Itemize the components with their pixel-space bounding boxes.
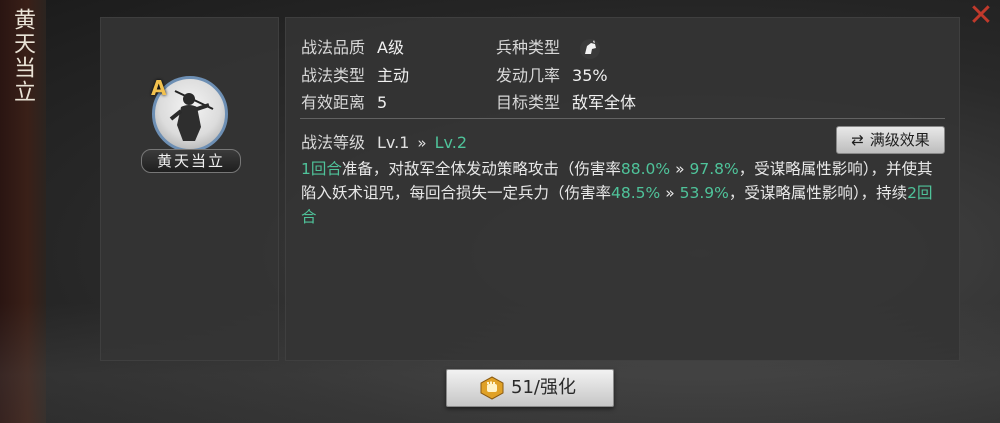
max-level-effect-label: 满级效果: [869, 131, 930, 149]
max-level-effect-button[interactable]: ⇄ 满级效果: [836, 126, 945, 154]
skill-detail-panel: 战法品质 A级 兵种类型 战法类型 主动 发动几率 35% 有效距离 5 目标类型 敌军全…: [285, 17, 960, 361]
desc-damage-current: 88.0%: [620, 160, 671, 178]
skill-portrait-panel: A 黄天当立: [100, 17, 279, 361]
type-label: 战法类型: [301, 66, 366, 85]
level-next: Lv.2: [434, 133, 468, 152]
range-label: 有效距离: [301, 93, 366, 112]
desc-prep-turns: 1回合: [301, 160, 342, 178]
level-label: 战法等级: [301, 133, 366, 152]
level-current: Lv.1: [377, 133, 410, 152]
side-title: 黄天当立: [10, 8, 35, 104]
upgrade-label: 51/强化: [511, 377, 576, 398]
desc-arrow-2: »: [660, 184, 680, 202]
troop-label: 兵种类型: [496, 38, 561, 57]
close-icon[interactable]: ✕: [966, 1, 996, 32]
desc-dot-current: 48.5%: [611, 184, 661, 202]
level-arrow: »: [417, 134, 427, 152]
target-value: 敌军全体: [572, 93, 637, 112]
type-value: 主动: [377, 66, 410, 85]
upgrade-button[interactable]: 51/强化: [446, 369, 614, 407]
grade-badge: A: [151, 76, 167, 100]
desc-dot-next: 53.9%: [679, 184, 729, 202]
range-row: 有效距离 5: [301, 89, 387, 113]
desc-arrow-1: »: [670, 160, 690, 178]
divider: [300, 118, 945, 119]
troop-row: 兵种类型: [496, 34, 603, 60]
level-row: 战法等级 Lv.1 » Lv.2: [301, 129, 467, 153]
skill-name: 黄天当立: [141, 149, 241, 173]
skill-description: 1回合准备，对敌军全体发动策略攻击（伤害率88.0% » 97.8% ，受谋略属性…: [301, 157, 941, 229]
quality-row: 战法品质 A级: [301, 34, 404, 58]
rate-label: 发动几率: [496, 66, 561, 85]
range-value: 5: [377, 93, 388, 112]
target-label: 目标类型: [496, 93, 561, 112]
desc-text-1: 准备，对敌军全体发动策略攻击（伤害率: [341, 160, 621, 178]
desc-text-3: ，受谋略属性影响），持续: [728, 184, 908, 202]
desc-damage-next: 97.8%: [689, 160, 739, 178]
type-row: 战法类型 主动: [301, 62, 409, 86]
quality-value: A级: [377, 38, 404, 57]
swap-arrows-icon: ⇄: [851, 131, 864, 149]
rate-row: 发动几率 35%: [496, 62, 608, 86]
target-row: 目标类型 敌军全体: [496, 89, 636, 113]
rate-value: 35%: [572, 66, 608, 85]
fist-token-icon: [479, 376, 505, 400]
quality-label: 战法品质: [301, 38, 366, 57]
horse-head-icon: [577, 38, 603, 60]
